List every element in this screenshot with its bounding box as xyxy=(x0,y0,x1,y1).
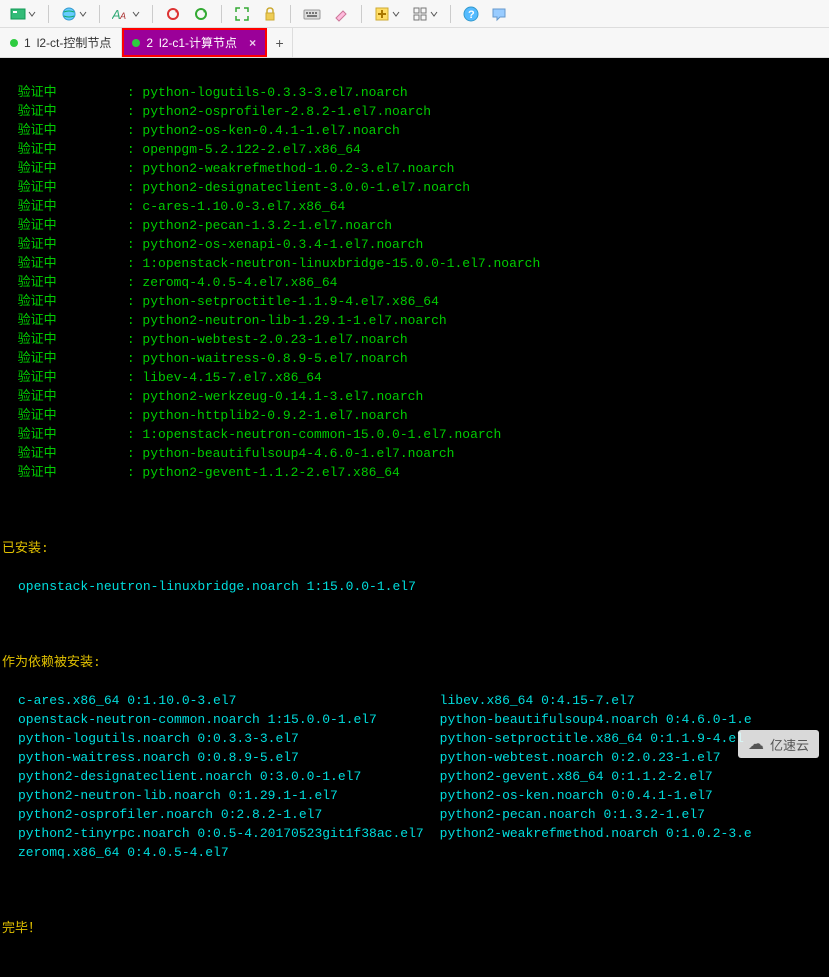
dep-item: python-waitress.noarch 0:0.8.9-5.el7 xyxy=(2,748,424,767)
svg-text:A: A xyxy=(119,11,126,21)
tab-label: l2-ct-控制节点 xyxy=(37,34,112,51)
dep-item: python2-designateclient.noarch 0:3.0.0-1… xyxy=(2,767,424,786)
close-icon[interactable]: × xyxy=(249,36,256,50)
dep-item: python2-os-ken.noarch 0:0.4.1-1.el7 xyxy=(424,786,829,805)
status-dot-icon xyxy=(132,39,140,47)
dep-item: python-logutils.noarch 0:0.3.3-3.el7 xyxy=(2,729,424,748)
dep-item: python2-neutron-lib.noarch 0:1.29.1-1.el… xyxy=(2,786,424,805)
tab-index: 1 xyxy=(24,36,31,50)
toolbar-sep xyxy=(152,5,153,23)
verify-line: 验证中 : libev-4.15-7.el7.x86_64 xyxy=(2,368,827,387)
dep-item: python2-weakrefmethod.noarch 0:1.0.2-3.e xyxy=(424,824,829,843)
keyboard-icon[interactable] xyxy=(299,4,325,24)
toolbar-sep xyxy=(361,5,362,23)
toolbar-sep xyxy=(99,5,100,23)
chat-icon[interactable] xyxy=(487,4,511,24)
tab-bar: 1 l2-ct-控制节点 2 l2-c1-计算节点 × + xyxy=(0,28,829,58)
refresh-green-icon[interactable] xyxy=(189,4,213,24)
verify-line: 验证中 : python2-os-ken-0.4.1-1.el7.noarch xyxy=(2,121,827,140)
verify-line: 验证中 : 1:openstack-neutron-linuxbridge-15… xyxy=(2,254,827,273)
verify-line: 验证中 : 1:openstack-neutron-common-15.0.0-… xyxy=(2,425,827,444)
deps-columns: c-ares.x86_64 0:1.10.0-3.el7openstack-ne… xyxy=(2,691,827,862)
svg-text:?: ? xyxy=(468,9,475,21)
verify-line: 验证中 : python2-neutron-lib-1.29.1-1.el7.n… xyxy=(2,311,827,330)
dep-item: libev.x86_64 0:4.15-7.el7 xyxy=(424,691,829,710)
dep-item: python2-gevent.x86_64 0:1.1.2-2.el7 xyxy=(424,767,829,786)
done-text: 完毕！ xyxy=(2,919,827,938)
dep-item: zeromq.x86_64 0:4.0.5-4.el7 xyxy=(2,843,424,862)
status-dot-icon xyxy=(10,39,18,47)
verify-line: 验证中 : python2-pecan-1.3.2-1.el7.noarch xyxy=(2,216,827,235)
verify-line: 验证中 : c-ares-1.10.0-3.el7.x86_64 xyxy=(2,197,827,216)
verify-line: 验证中 : python-beautifulsoup4-4.6.0-1.el7.… xyxy=(2,444,827,463)
terminal-output[interactable]: 验证中 : python-logutils-0.3.3-3.el7.noarch… xyxy=(0,58,829,977)
verify-line: 验证中 : python2-werkzeug-0.14.1-3.el7.noar… xyxy=(2,387,827,406)
help-icon[interactable]: ? xyxy=(459,4,483,24)
dep-item: python2-osprofiler.noarch 0:2.8.2-1.el7 xyxy=(2,805,424,824)
tab-compute-node[interactable]: 2 l2-c1-计算节点 × xyxy=(122,28,267,57)
toolbar-sep xyxy=(290,5,291,23)
verify-line: 验证中 : python-webtest-2.0.23-1.el7.noarch xyxy=(2,330,827,349)
tab-control-node[interactable]: 1 l2-ct-控制节点 xyxy=(0,28,122,57)
watermark-text: 亿速云 xyxy=(770,735,809,754)
world-icon[interactable] xyxy=(57,4,91,24)
verify-line: 验证中 : zeromq-4.0.5-4.el7.x86_64 xyxy=(2,273,827,292)
dep-item: openstack-neutron-common.noarch 1:15.0.0… xyxy=(2,710,424,729)
fullscreen-icon[interactable] xyxy=(230,4,254,24)
verify-line: 验证中 : python-setproctitle-1.1.9-4.el7.x8… xyxy=(2,292,827,311)
deps-header: 作为依赖被安装: xyxy=(2,653,827,672)
verify-line: 验证中 : openpgm-5.2.122-2.el7.x86_64 xyxy=(2,140,827,159)
dep-item: c-ares.x86_64 0:1.10.0-3.el7 xyxy=(2,691,424,710)
grid-icon[interactable] xyxy=(408,4,442,24)
cloud-icon: ☁ xyxy=(748,734,764,754)
verify-line: 验证中 : python2-designateclient-3.0.0-1.el… xyxy=(2,178,827,197)
add-icon[interactable] xyxy=(370,4,404,24)
tab-label: l2-c1-计算节点 xyxy=(159,34,237,51)
sessions-icon[interactable] xyxy=(6,4,40,24)
toolbar-sep xyxy=(221,5,222,23)
tab-index: 2 xyxy=(146,36,153,50)
add-tab-button[interactable]: + xyxy=(267,28,293,57)
refresh-red-icon[interactable] xyxy=(161,4,185,24)
verify-line: 验证中 : python2-gevent-1.1.2-2.el7.x86_64 xyxy=(2,463,827,482)
toolbar-sep xyxy=(450,5,451,23)
installed-header: 已安装: xyxy=(2,539,827,558)
verify-line: 验证中 : python-logutils-0.3.3-3.el7.noarch xyxy=(2,83,827,102)
verify-line: 验证中 : python2-os-xenapi-0.3.4-1.el7.noar… xyxy=(2,235,827,254)
verify-line: 验证中 : python-httplib2-0.9.2-1.el7.noarch xyxy=(2,406,827,425)
lock-icon[interactable] xyxy=(258,4,282,24)
verify-line: 验证中 : python-waitress-0.8.9-5.el7.noarch xyxy=(2,349,827,368)
watermark: ☁ 亿速云 xyxy=(738,730,819,758)
installed-pkg: openstack-neutron-linuxbridge.noarch 1:1… xyxy=(2,577,827,596)
verify-line: 验证中 : python2-osprofiler-2.8.2-1.el7.noa… xyxy=(2,102,827,121)
eraser-icon[interactable] xyxy=(329,4,353,24)
toolbar: AA ? xyxy=(0,0,829,28)
font-icon[interactable]: AA xyxy=(108,4,144,24)
dep-item: python2-pecan.noarch 0:1.3.2-1.el7 xyxy=(424,805,829,824)
toolbar-sep xyxy=(48,5,49,23)
verify-line: 验证中 : python2-weakrefmethod-1.0.2-3.el7.… xyxy=(2,159,827,178)
dep-item: python-beautifulsoup4.noarch 0:4.6.0-1.e xyxy=(424,710,829,729)
dep-item: python2-tinyrpc.noarch 0:0.5-4.20170523g… xyxy=(2,824,424,843)
